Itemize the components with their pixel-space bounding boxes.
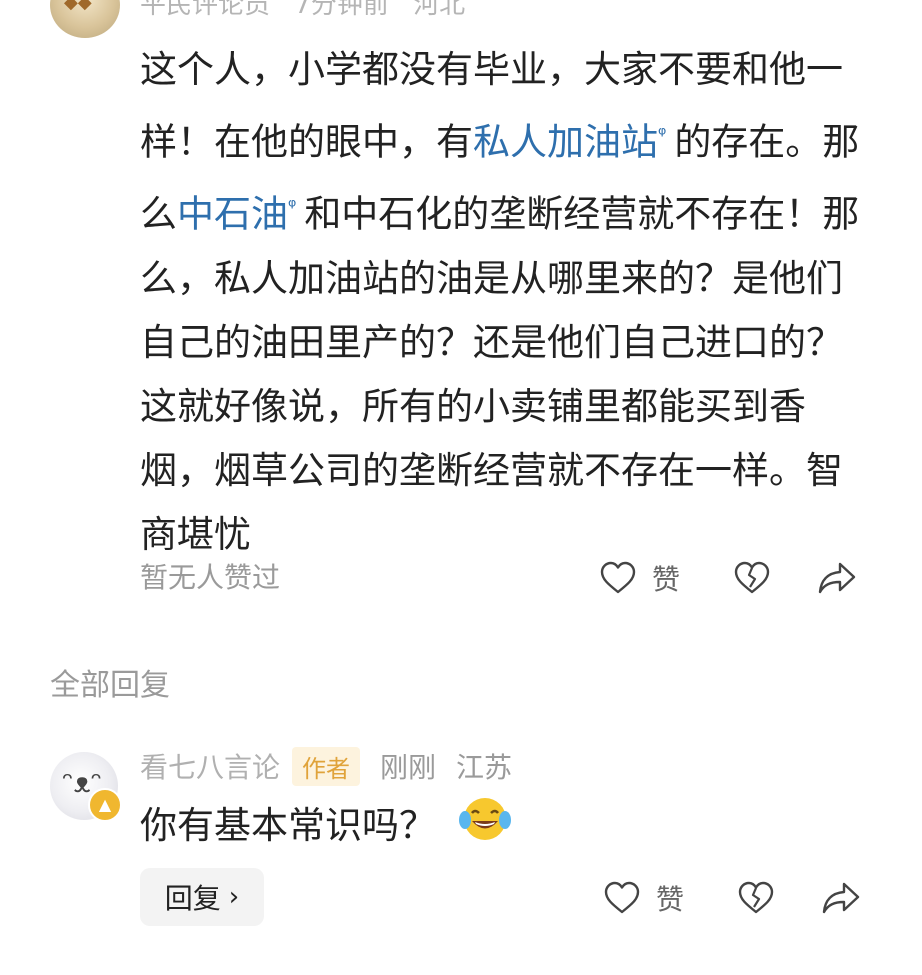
heart-outline-icon	[604, 881, 640, 914]
comment-author-line: 平民评论员 7分钟前 河北	[140, 0, 481, 20]
broken-heart-icon	[734, 561, 770, 594]
chevron-right-icon: ›	[228, 882, 240, 912]
reply-action-bar: 赞	[604, 876, 860, 920]
share-button[interactable]	[818, 561, 856, 595]
reply-button[interactable]: 回复 ›	[140, 868, 264, 926]
comment-text-segment: 和中石化的垄断经营就不存在！那么，私人加油站的油是从哪里来的？是他们自己的油田里…	[140, 192, 860, 556]
avatar[interactable]: ◆◆	[50, 0, 120, 38]
reply-text: 你有基本常识吗？	[140, 804, 436, 847]
dislike-button[interactable]	[734, 561, 770, 595]
heart-outline-icon	[600, 561, 636, 594]
search-icon[interactable]: ᵠ	[658, 122, 666, 146]
comment-text: 这个人，小学都没有毕业，大家不要和他一样！在他的眼中，有私人加油站ᵠ 的存在。那么…	[140, 38, 870, 567]
comment-time: 7分钟前	[294, 0, 389, 20]
reply-button-label: 回复	[164, 882, 221, 915]
dislike-button[interactable]	[738, 881, 774, 915]
keyword-link-sinopec-petrochina[interactable]: 中石油	[177, 193, 288, 236]
reply-time: 刚刚	[380, 751, 437, 784]
broken-heart-icon	[738, 881, 774, 914]
laughing-tears-emoji	[456, 796, 514, 856]
author-tag: 作者	[292, 746, 361, 786]
no-likes-text: 暂无人赞过	[140, 561, 281, 594]
search-icon[interactable]: ᵠ	[288, 194, 296, 218]
comment-action-bar: 赞	[600, 556, 856, 600]
like-label: 赞	[656, 883, 685, 916]
keyword-link-private-gas-station[interactable]: 私人加油站	[473, 120, 658, 163]
reply-text-row: 你有基本常识吗？	[140, 798, 514, 852]
share-arrow-icon	[822, 882, 860, 914]
comment-location: 河北	[413, 0, 466, 20]
share-button[interactable]	[822, 881, 860, 915]
reply-location: 江苏	[456, 751, 513, 784]
like-button[interactable]: 赞	[604, 878, 684, 918]
reply-author-name[interactable]: 看七八言论	[140, 746, 280, 786]
avatar-image: ◆◆	[64, 0, 92, 13]
author-badge-icon: ▲	[88, 788, 122, 822]
share-arrow-icon	[818, 562, 856, 594]
comment-author-name[interactable]: 平民评论员	[140, 0, 270, 20]
like-button[interactable]: 赞	[600, 558, 680, 598]
reply-author-line: 看七八言论 作者 刚刚 江苏	[140, 746, 512, 786]
all-replies-heading: 全部回复	[50, 668, 170, 703]
like-label: 赞	[652, 563, 681, 596]
